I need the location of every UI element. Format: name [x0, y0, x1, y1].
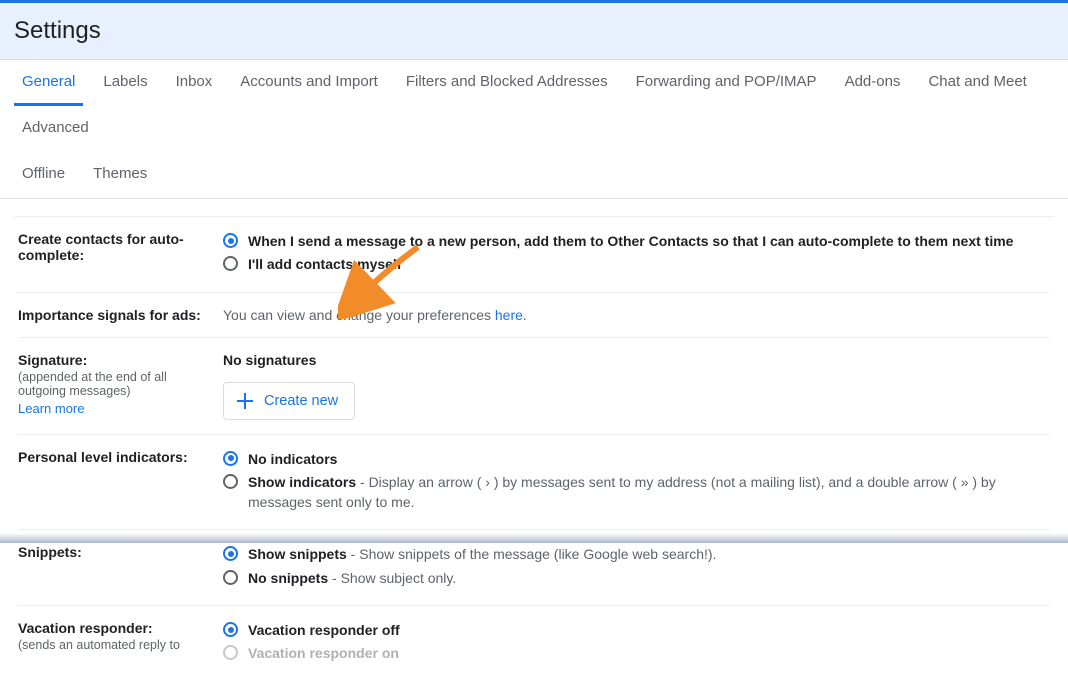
opt-auto-add-text: When I send a message to a new person, a…: [248, 233, 1013, 249]
plus-icon: [236, 392, 254, 410]
radio-show-snippets[interactable]: [223, 546, 238, 561]
ads-text-after: .: [523, 307, 527, 323]
opt-no-snippets-bold: No snippets: [248, 570, 328, 586]
opt-show-indicators-rest: - Display an arrow ( › ) by messages sen…: [248, 474, 996, 510]
tab-accounts-and-import[interactable]: Accounts and Import: [232, 60, 386, 106]
signature-learn-more-link[interactable]: Learn more: [18, 401, 84, 416]
label-indicators: Personal level indicators:: [18, 449, 188, 465]
opt-show-snippets-rest: - Show snippets of the message (like Goo…: [347, 546, 717, 562]
opt-show-indicators-bold: Show indicators: [248, 474, 356, 490]
label-signature: Signature:: [18, 352, 213, 368]
tab-add-ons[interactable]: Add-ons: [837, 60, 909, 106]
label-signature-sub: (appended at the end of all outgoing mes…: [18, 370, 213, 398]
radio-auto-add-contacts[interactable]: [223, 233, 238, 248]
radio-add-contacts-myself[interactable]: [223, 256, 238, 271]
label-vacation: Vacation responder:: [18, 620, 213, 636]
opt-vacation-off-text: Vacation responder off: [248, 622, 400, 638]
section-auto-contacts: Create contacts for auto-complete: When …: [18, 217, 1050, 293]
tab-general[interactable]: General: [14, 60, 83, 106]
label-ads: Importance signals for ads:: [18, 307, 201, 323]
page-title: Settings: [14, 17, 1054, 45]
tab-advanced[interactable]: Advanced: [14, 106, 97, 152]
radio-vacation-off[interactable]: [223, 622, 238, 637]
ads-preferences-link[interactable]: here: [495, 307, 523, 323]
tab-offline[interactable]: Offline: [14, 152, 73, 198]
settings-tabs: General Labels InboxAccounts and Import Fil…: [0, 60, 1068, 199]
tab-forwarding-and-pop-imap[interactable]: Forwarding and POP/IMAP: [628, 60, 825, 106]
opt-no-indicators-text: No indicators: [248, 451, 337, 467]
create-new-signature-button[interactable]: Create new: [223, 382, 355, 420]
settings-header: Settings: [0, 3, 1068, 60]
radio-no-snippets[interactable]: [223, 570, 238, 585]
create-new-label: Create new: [264, 393, 338, 409]
tab-chat-and-meet[interactable]: Chat and Meet: [920, 60, 1034, 106]
radio-show-indicators[interactable]: [223, 474, 238, 489]
ads-text-before: You can view and change your preferences: [223, 307, 495, 323]
radio-no-indicators[interactable]: [223, 451, 238, 466]
section-indicators: Personal level indicators: No indicators…: [18, 435, 1050, 531]
opt-vacation-on-text: Vacation responder on: [248, 645, 399, 661]
opt-no-snippets-rest: - Show subject only.: [328, 570, 456, 586]
opt-show-snippets-bold: Show snippets: [248, 546, 347, 562]
radio-vacation-on[interactable]: [223, 645, 238, 660]
label-snippets: Snippets:: [18, 544, 82, 560]
tab-labels[interactable]: Labels: [95, 60, 155, 106]
section-vacation: Vacation responder: (sends an automated …: [18, 606, 1050, 681]
label-vacation-sub: (sends an automated reply to: [18, 638, 213, 652]
opt-add-myself-text: I'll add contacts myself: [248, 256, 402, 272]
tab-themes[interactable]: Themes: [85, 152, 155, 198]
tab-inbox[interactable]: Inbox: [168, 60, 221, 106]
no-signatures-text: No signatures: [223, 352, 1050, 368]
tab-filters-and-blocked-addresses[interactable]: Filters and Blocked Addresses: [398, 60, 616, 106]
section-signature: Signature: (appended at the end of all o…: [18, 338, 1050, 435]
label-auto-contacts: Create contacts for auto-complete:: [18, 231, 184, 263]
section-ads: Importance signals for ads: You can view…: [18, 293, 1050, 338]
